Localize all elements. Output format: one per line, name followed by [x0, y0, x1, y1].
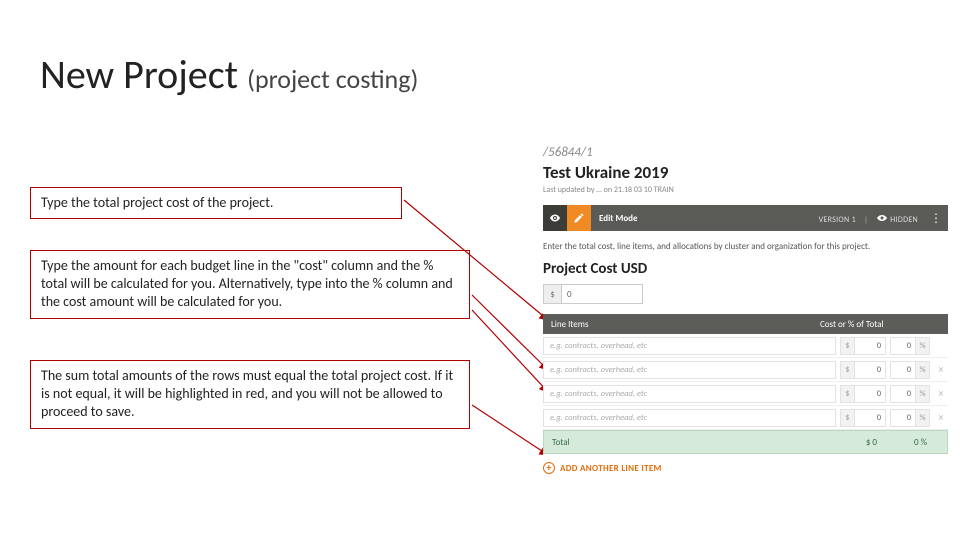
header-line-items: Line Items: [543, 319, 820, 330]
table-row: e.g. contracts, overhead, etc $0 0% ×: [543, 406, 948, 430]
pct-suffix: %: [915, 338, 929, 354]
line-item-cost-input[interactable]: $0: [840, 385, 886, 403]
add-line-item-button[interactable]: + ADD ANOTHER LINE ITEM: [543, 462, 948, 474]
url-path: /56844/1: [543, 145, 948, 160]
line-item-pct-input[interactable]: 0%: [890, 337, 930, 355]
dollar-prefix: $: [841, 410, 855, 426]
edit-mode-label: Edit Mode: [591, 213, 638, 224]
totals-row: Total $ 0 0 %: [543, 430, 948, 454]
total-pct-value: 0 %: [883, 437, 933, 448]
dollar-prefix: $: [544, 285, 562, 303]
pct-value: 0: [891, 410, 915, 426]
line-item-cost-input[interactable]: $0: [840, 337, 886, 355]
hidden-eye-icon: [876, 212, 888, 224]
cost-value: 0: [855, 386, 885, 402]
pct-value: 0: [891, 338, 915, 354]
edit-mode-button[interactable]: [567, 205, 591, 231]
line-item-name-input[interactable]: e.g. contracts, overhead, etc: [543, 361, 836, 379]
line-item-name-input[interactable]: e.g. contracts, overhead, etc: [543, 409, 836, 427]
total-cost-value: $ 0: [833, 437, 883, 448]
table-row: e.g. contracts, overhead, etc $0 0% ×: [543, 358, 948, 382]
pct-value: 0: [891, 362, 915, 378]
pct-suffix: %: [915, 386, 929, 402]
table-row: e.g. contracts, overhead, etc $0 0% ×: [543, 382, 948, 406]
cost-value: 0: [855, 338, 885, 354]
pct-suffix: %: [915, 410, 929, 426]
project-name: Test Ukraine 2019: [543, 162, 948, 183]
project-cost-input[interactable]: $ 0: [543, 284, 643, 304]
add-line-item-label: ADD ANOTHER LINE ITEM: [560, 463, 662, 474]
cost-value: 0: [855, 362, 885, 378]
version-indicator: VERSION 1 | HIDDEN: [819, 212, 924, 225]
dollar-prefix: $: [841, 362, 855, 378]
view-mode-button[interactable]: [543, 205, 567, 231]
title-sub: (project costing): [247, 63, 418, 95]
delete-row-button[interactable]: ×: [934, 411, 948, 424]
table-row: e.g. contracts, overhead, etc $0 0%: [543, 334, 948, 358]
line-item-name-input[interactable]: e.g. contracts, overhead, etc: [543, 385, 836, 403]
mode-titlebar: Edit Mode VERSION 1 | HIDDEN ⋮: [543, 205, 948, 231]
dollar-prefix: $: [841, 386, 855, 402]
project-cost-heading: Project Cost USD: [543, 260, 948, 278]
eye-icon: [549, 212, 561, 224]
cost-value: 0: [855, 410, 885, 426]
callout-1-text: Type the total project cost of the proje…: [41, 194, 273, 211]
line-item-cost-input[interactable]: $0: [840, 361, 886, 379]
header-cost: Cost or % of Total: [820, 319, 948, 330]
pct-suffix: %: [915, 362, 929, 378]
callout-3-text: The sum total amounts of the rows must e…: [41, 367, 453, 420]
callout-3: The sum total amounts of the rows must e…: [30, 360, 470, 429]
version-text: VERSION 1: [819, 215, 856, 225]
title-main: New Project: [40, 50, 238, 99]
dollar-prefix: $: [841, 338, 855, 354]
line-item-name-input[interactable]: e.g. contracts, overhead, etc: [543, 337, 836, 355]
line-items-header: Line Items Cost or % of Total: [543, 314, 948, 334]
line-item-pct-input[interactable]: 0%: [890, 385, 930, 403]
project-cost-value: 0: [562, 285, 642, 303]
callout-2: Type the amount for each budget line in …: [30, 250, 470, 319]
delete-row-button[interactable]: ×: [934, 363, 948, 376]
total-label: Total: [544, 437, 833, 448]
embedded-screenshot: /56844/1 Test Ukraine 2019 Last updated …: [543, 145, 948, 474]
line-item-pct-input[interactable]: 0%: [890, 409, 930, 427]
section-instructions: Enter the total cost, line items, and al…: [543, 241, 948, 252]
callout-2-text: Type the amount for each budget line in …: [41, 257, 453, 310]
pencil-icon: [573, 212, 585, 224]
callout-1: Type the total project cost of the proje…: [30, 187, 402, 219]
last-updated: Last updated by … on 21.18 03 10 TRAIN: [543, 185, 948, 195]
pct-value: 0: [891, 386, 915, 402]
plus-icon: +: [543, 462, 555, 474]
hidden-text: HIDDEN: [890, 215, 918, 225]
slide-title: New Project (project costing): [40, 50, 418, 99]
overflow-menu[interactable]: ⋮: [924, 211, 948, 226]
delete-row-button[interactable]: ×: [934, 387, 948, 400]
line-item-pct-input[interactable]: 0%: [890, 361, 930, 379]
line-item-cost-input[interactable]: $0: [840, 409, 886, 427]
